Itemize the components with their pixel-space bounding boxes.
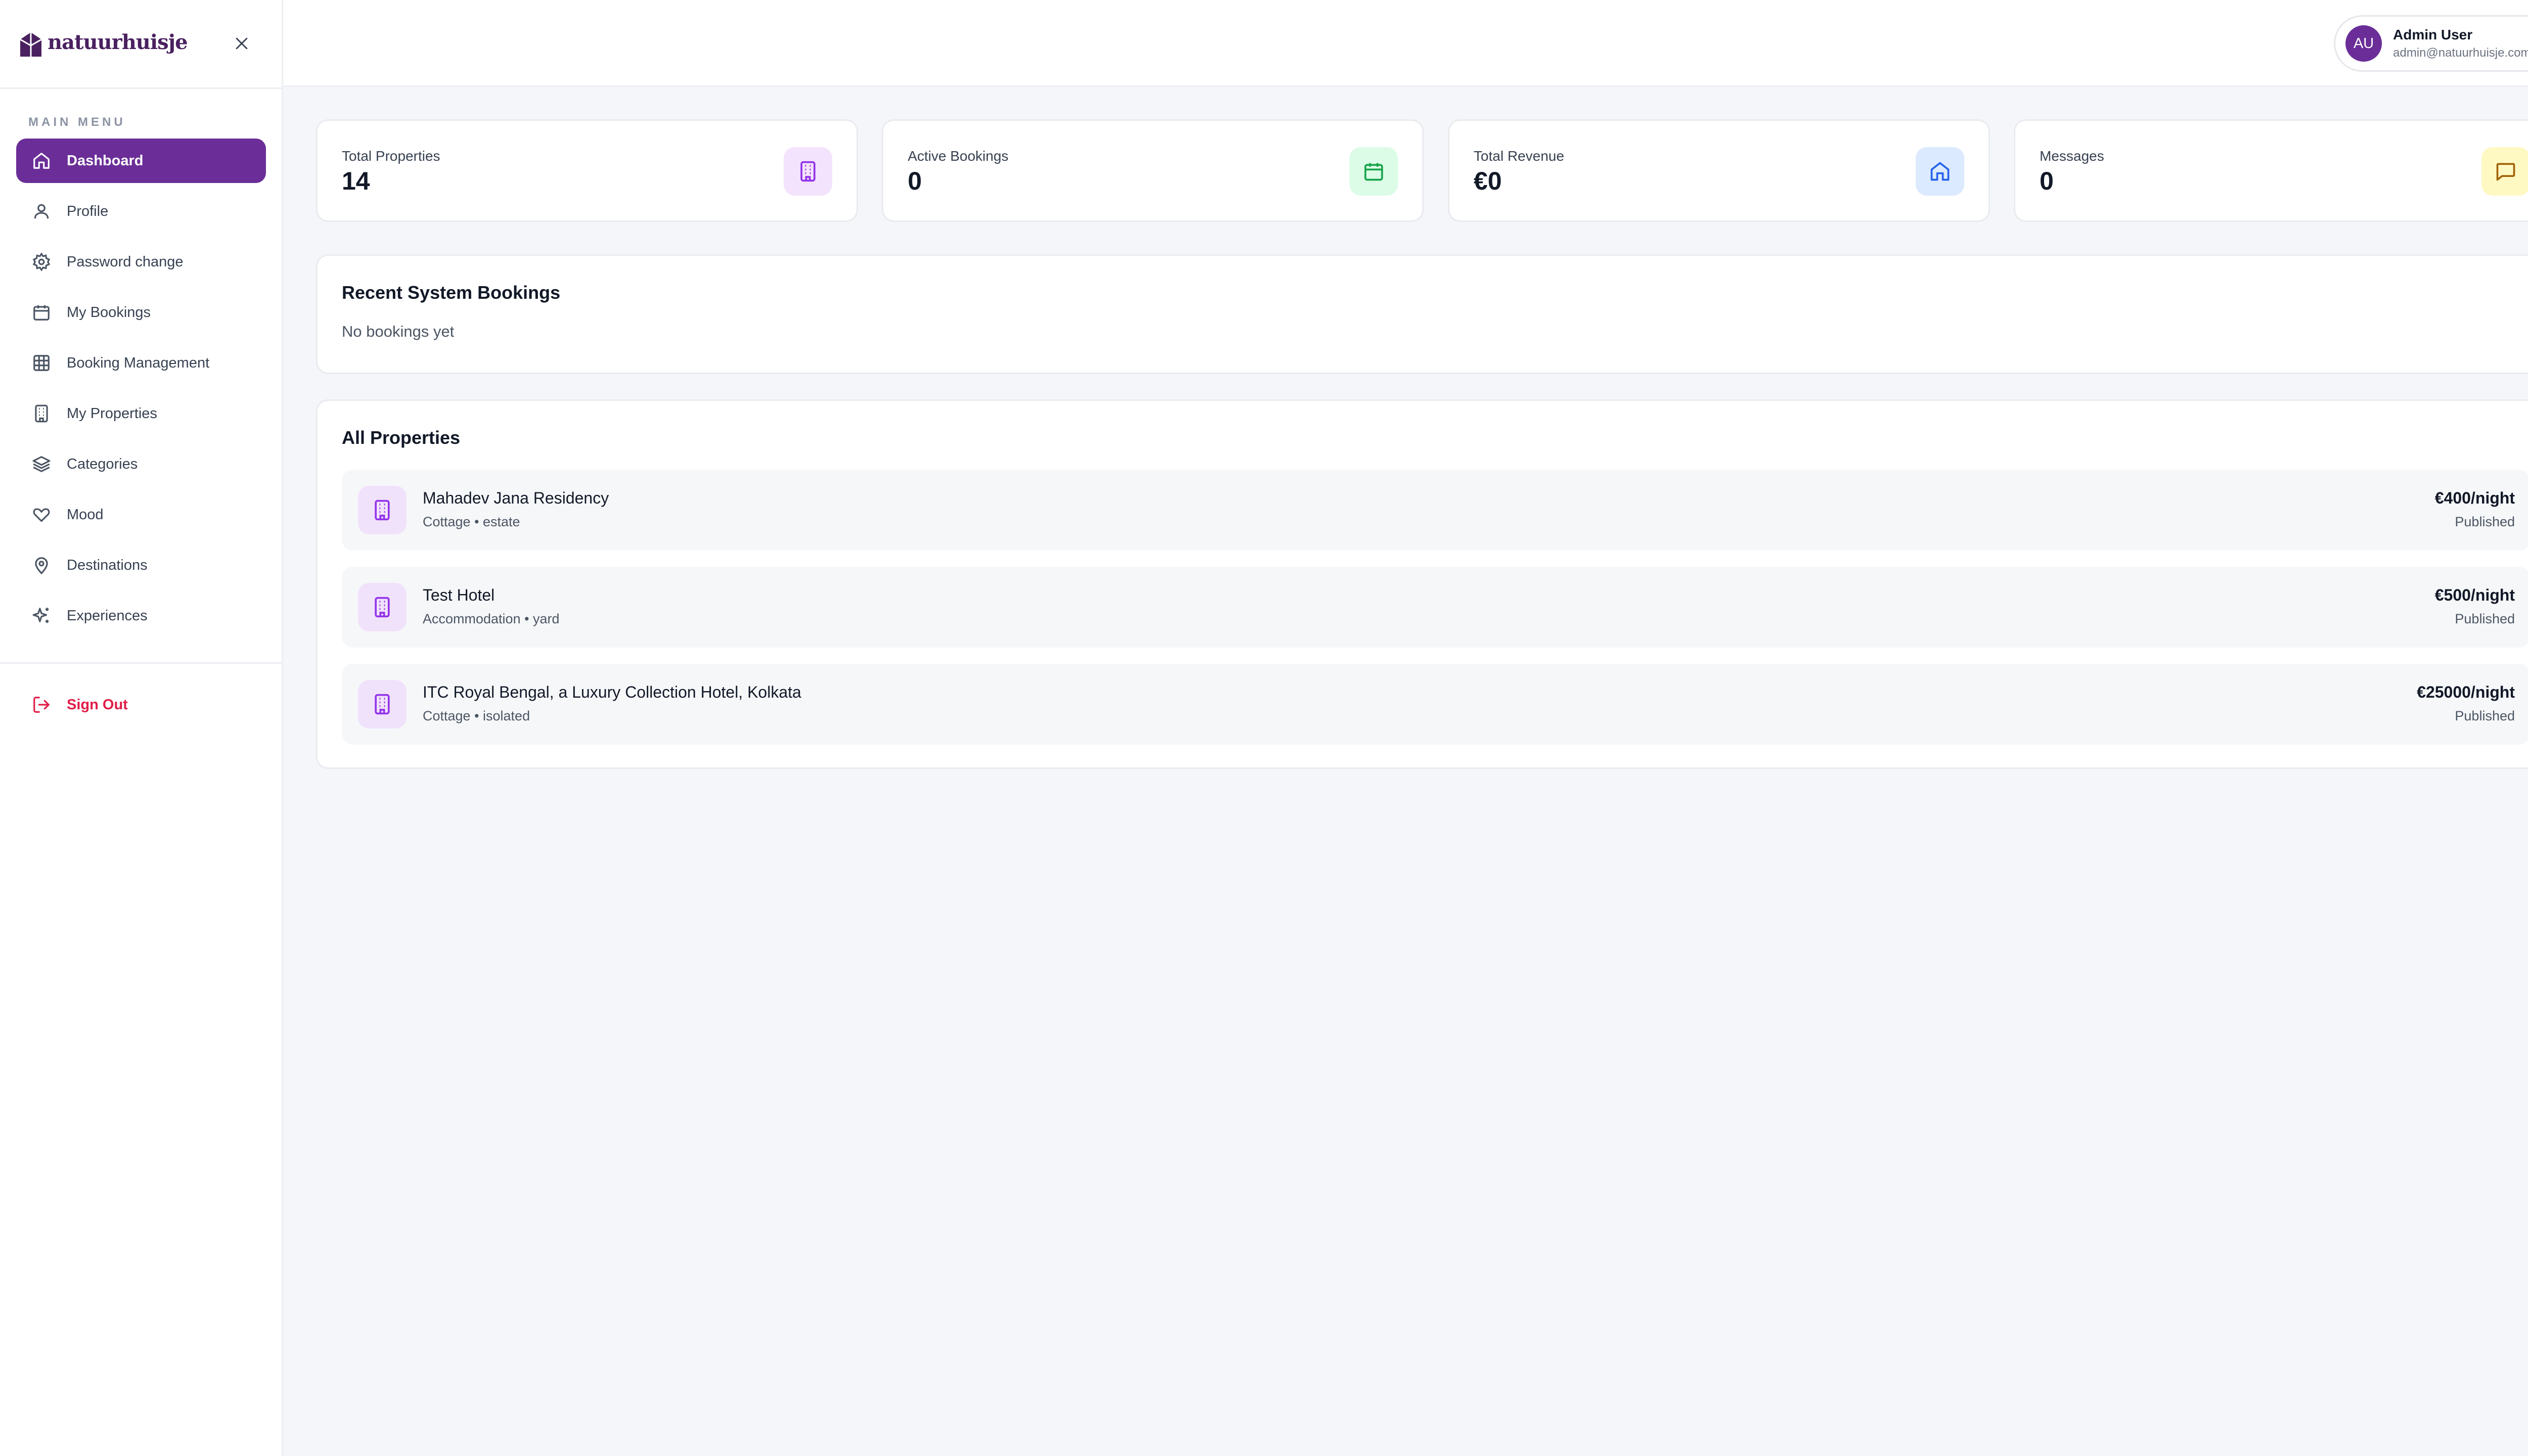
sidebar-item-label: Profile xyxy=(67,203,109,219)
property-price: €400/night xyxy=(2434,489,2515,507)
sidebar-item-my-properties[interactable]: My Properties xyxy=(16,391,266,436)
sidebar-item-label: Password change xyxy=(67,253,184,270)
heart-icon xyxy=(31,505,52,525)
sidebar-item-categories[interactable]: Categories xyxy=(16,442,266,486)
logout-icon xyxy=(31,695,52,715)
user-email: admin@natuurhuisje.com xyxy=(2393,46,2528,60)
stat-value: 0 xyxy=(2039,167,2054,195)
sidebar-item-password-change[interactable]: Password change xyxy=(16,240,266,284)
calendar-icon xyxy=(1349,147,1398,196)
property-name: Mahadev Jana Residency xyxy=(423,489,609,507)
property-status: Published xyxy=(2455,514,2515,529)
brand-name: natuurhuisje xyxy=(48,30,188,54)
stat-value: €0 xyxy=(1473,167,1502,195)
building-icon xyxy=(358,486,407,534)
sidebar-item-label: Destinations xyxy=(67,557,148,573)
building-icon xyxy=(784,147,832,196)
menu-section-label: MAIN MENU xyxy=(28,115,126,129)
property-meta: Cottage • estate xyxy=(423,514,520,529)
stat-card-total-revenue: Total Revenue €0 xyxy=(1448,119,1990,222)
sidebar-item-label: My Properties xyxy=(67,405,157,422)
stat-label: Messages xyxy=(2039,148,2104,164)
property-status: Published xyxy=(2455,611,2515,626)
logo-house-icon xyxy=(20,32,42,57)
sidebar-item-profile[interactable]: Profile xyxy=(16,189,266,234)
sidebar-item-label: Mood xyxy=(67,506,104,523)
stat-card-messages: Messages 0 xyxy=(2013,119,2528,222)
top-header: AU Admin User admin@natuurhuisje.com xyxy=(283,0,2528,87)
empty-bookings-text: No bookings yet xyxy=(342,323,455,340)
brand-header: natuurhuisje xyxy=(0,0,282,89)
all-properties-title: All Properties xyxy=(342,427,461,448)
property-name: Test Hotel xyxy=(423,586,495,604)
building-icon xyxy=(31,403,52,424)
sidebar-item-label: Experiences xyxy=(67,607,148,624)
sidebar-item-booking-management[interactable]: Booking Management xyxy=(16,341,266,385)
recent-bookings-title: Recent System Bookings xyxy=(342,282,561,303)
main-content: Total Properties 14 Active Bookings 0 To… xyxy=(316,119,2528,769)
property-status: Published xyxy=(2455,708,2515,723)
list-item[interactable]: Mahadev Jana Residency Cottage • estate … xyxy=(342,470,2528,551)
home-icon xyxy=(1915,147,1964,196)
user-info: Admin User admin@natuurhuisje.com xyxy=(2393,27,2528,60)
close-icon xyxy=(236,37,248,50)
map-pin-icon xyxy=(31,555,52,575)
stat-label: Total Properties xyxy=(342,148,440,164)
properties-list: Mahadev Jana Residency Cottage • estate … xyxy=(342,470,2528,761)
stat-label: Total Revenue xyxy=(1473,148,1564,164)
user-menu-button[interactable]: AU Admin User admin@natuurhuisje.com xyxy=(2334,15,2528,72)
avatar: AU xyxy=(2345,25,2382,62)
sign-out-label: Sign Out xyxy=(67,696,128,713)
sidebar-item-mood[interactable]: Mood xyxy=(16,492,266,537)
sidebar-item-label: Booking Management xyxy=(67,354,210,371)
stat-value: 14 xyxy=(342,167,370,195)
sidebar: natuurhuisje MAIN MENU Dashboard Profile… xyxy=(0,0,283,1456)
sparkles-icon xyxy=(31,606,52,626)
sidebar-item-dashboard[interactable]: Dashboard xyxy=(16,139,266,183)
stat-value: 0 xyxy=(908,167,922,195)
sidebar-item-destinations[interactable]: Destinations xyxy=(16,543,266,587)
property-meta: Accommodation • yard xyxy=(423,611,560,626)
list-item[interactable]: ITC Royal Bengal, a Luxury Collection Ho… xyxy=(342,664,2528,745)
property-price: €500/night xyxy=(2434,586,2515,604)
building-icon xyxy=(358,680,407,729)
sidebar-divider xyxy=(0,662,282,664)
calendar-icon xyxy=(31,302,52,323)
gear-icon xyxy=(31,252,52,272)
list-item[interactable]: Test Hotel Accommodation • yard €500/nig… xyxy=(342,567,2528,648)
property-price: €25000/night xyxy=(2417,683,2515,701)
grid-icon xyxy=(31,353,52,373)
close-sidebar-button[interactable] xyxy=(231,32,253,55)
recent-bookings-card: Recent System Bookings No bookings yet xyxy=(316,254,2528,374)
message-icon xyxy=(2481,147,2528,196)
user-icon xyxy=(31,201,52,221)
sidebar-item-label: Dashboard xyxy=(67,152,144,169)
user-name: Admin User xyxy=(2393,27,2473,42)
sidebar-item-label: Categories xyxy=(67,456,138,472)
stat-card-total-properties: Total Properties 14 xyxy=(316,119,858,222)
stat-card-active-bookings: Active Bookings 0 xyxy=(882,119,1424,222)
sidebar-item-experiences[interactable]: Experiences xyxy=(16,594,266,638)
property-meta: Cottage • isolated xyxy=(423,708,530,723)
all-properties-card: All Properties Mahadev Jana Residency Co… xyxy=(316,399,2528,769)
sidebar-item-my-bookings[interactable]: My Bookings xyxy=(16,290,266,335)
building-icon xyxy=(358,583,407,631)
property-name: ITC Royal Bengal, a Luxury Collection Ho… xyxy=(423,683,801,701)
stat-label: Active Bookings xyxy=(908,148,1009,164)
sidebar-item-label: My Bookings xyxy=(67,304,151,321)
app-root: natuurhuisje MAIN MENU Dashboard Profile… xyxy=(0,0,2528,1456)
sidebar-nav: Dashboard Profile Password change My Boo… xyxy=(16,139,266,644)
sign-out-section: Sign Out xyxy=(16,682,266,733)
stats-row: Total Properties 14 Active Bookings 0 To… xyxy=(316,119,2528,222)
home-icon xyxy=(31,151,52,171)
layers-icon xyxy=(31,454,52,474)
sign-out-button[interactable]: Sign Out xyxy=(16,682,266,727)
